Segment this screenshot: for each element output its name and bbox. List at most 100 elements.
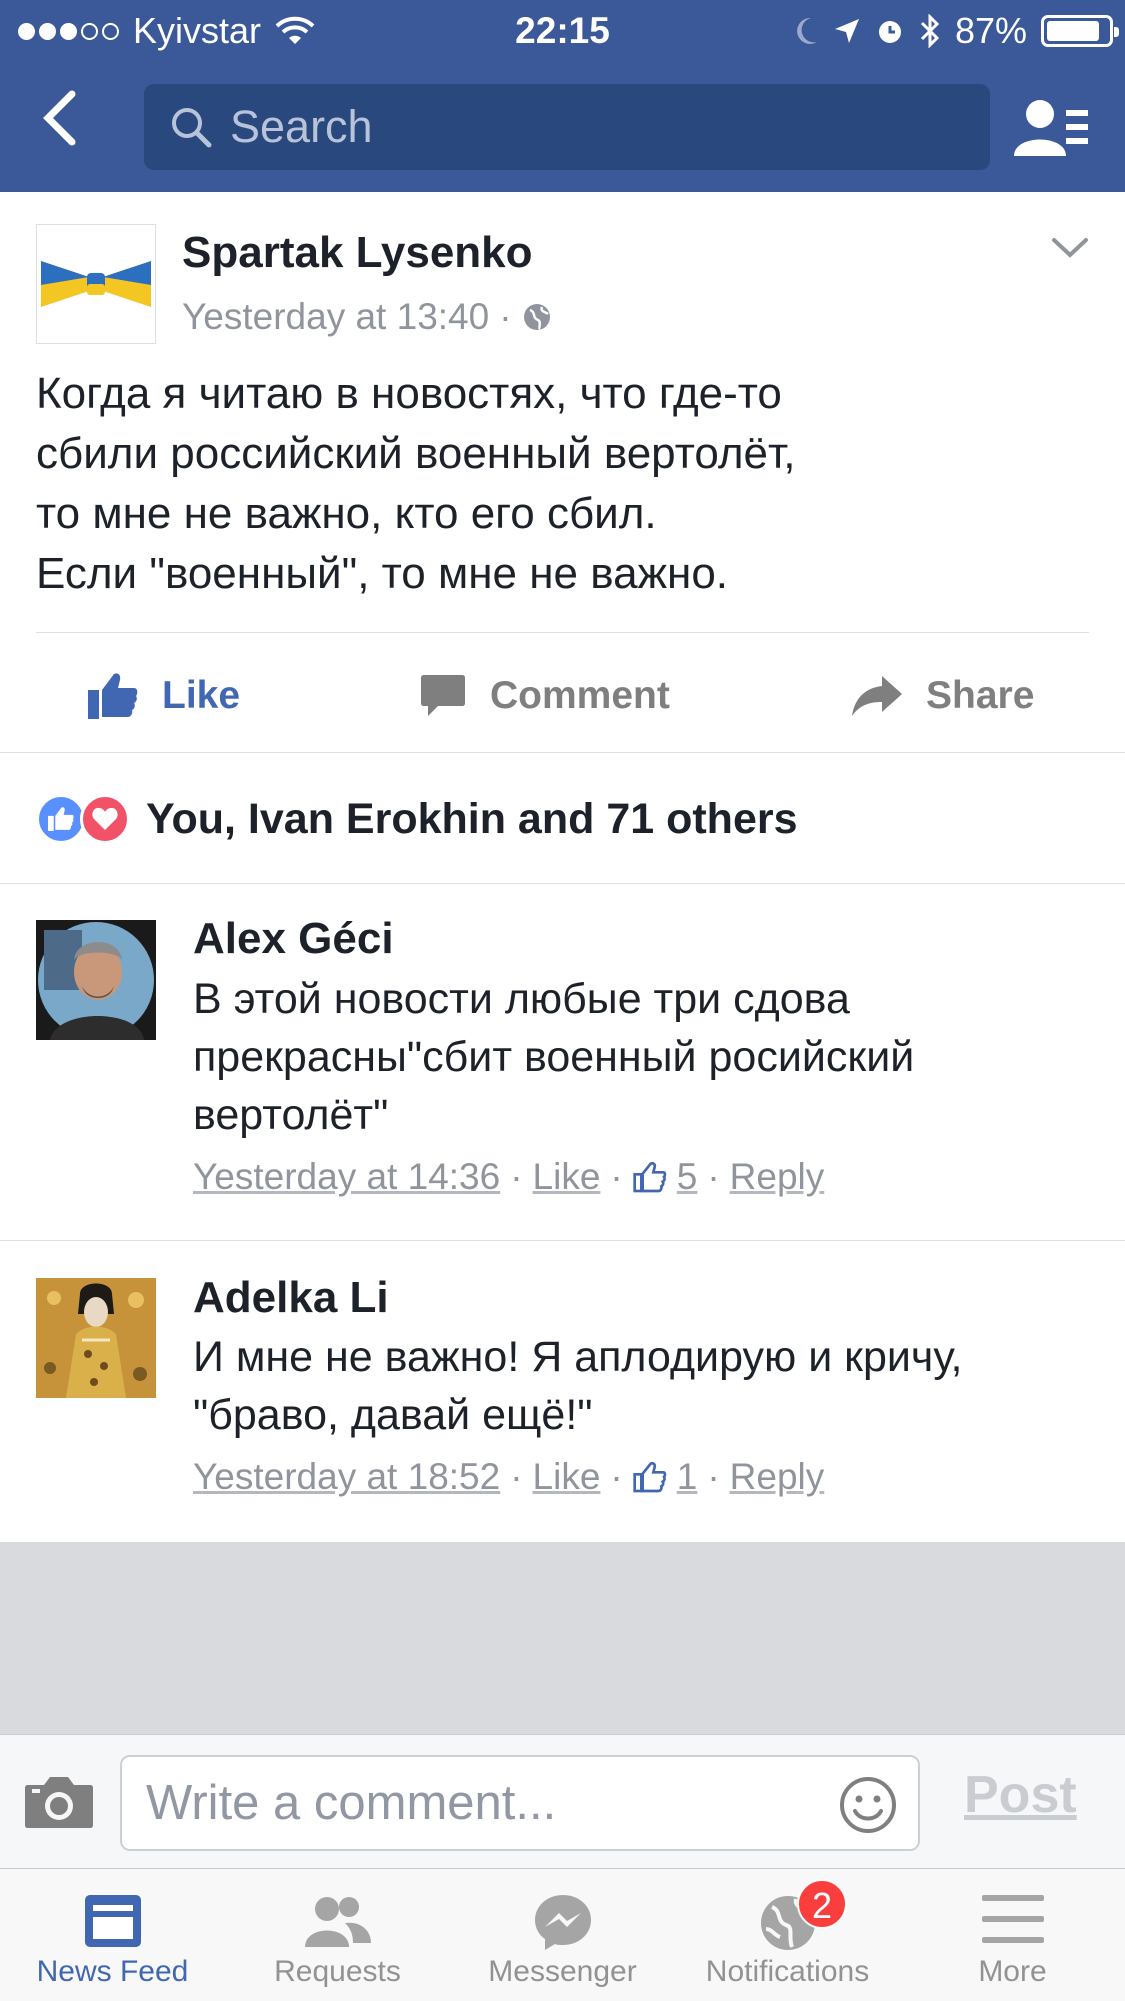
like-button[interactable]: Like [88,650,240,742]
tab-label: Requests [274,1955,401,1988]
comment-text-line: И мне не важно! Я аплодирую и кричу, [193,1333,963,1381]
messenger-icon [534,1895,591,1950]
tab-label: Messenger [488,1955,637,1988]
post-text-line: то мне не важно, кто его сбил. [36,489,657,538]
like-reaction-icon [36,794,86,844]
top-header: Kyivstar 22:15 87% [0,0,1125,192]
back-button[interactable] [38,88,98,168]
comment-text-line: "браво, давай ещё!" [193,1391,593,1439]
comment-meta: Yesterday at 18:52 · Like · 1 · Reply [193,1456,824,1498]
comment-meta: Yesterday at 14:36 · Like · 5 · Reply [193,1156,824,1198]
friends-list-button[interactable] [1014,96,1090,160]
comment-text-line: прекрасны"сбит военный росийский [193,1033,915,1081]
comment-author-name[interactable]: Alex Géci [193,914,394,964]
status-bar: Kyivstar 22:15 87% [0,0,1125,62]
comment-author-avatar[interactable] [36,920,156,1040]
bow-tie-avatar-image [41,261,151,307]
tab-label: Notifications [705,1955,870,1988]
alarm-icon [878,21,901,43]
actions-divider [0,752,1125,753]
tab-label: News Feed [36,1955,189,1988]
comment-like-count[interactable]: 5 [677,1156,698,1198]
meta-separator: · [510,1456,523,1497]
menu-icon [981,1895,1044,1943]
reactions-text: You, Ivan Erokhin and 71 others [146,794,798,843]
comment-label: Comment [490,674,670,717]
like-label: Like [162,674,241,717]
love-reaction-icon [80,794,130,844]
post-timestamp[interactable]: Yesterday at 13:40 [182,296,489,338]
tab-more[interactable]: More [900,1869,1125,2001]
tab-notifications[interactable]: 2 Notifications [675,1869,900,2001]
post-text-line: Когда я читаю в новостях, что где-то [36,369,782,418]
comment-like-count[interactable]: 1 [677,1456,698,1498]
post-text-line: сбили российский военный вертолёт, [36,429,796,478]
comment-body: И мне не важно! Я аплодирую и кричу, "бр… [193,1328,1093,1444]
thumbs-up-outline-icon [633,1461,666,1493]
share-button[interactable]: Share [852,650,1034,742]
chevron-down-icon [1052,238,1088,258]
battery-percent: 87% [954,10,1027,51]
comment-author-name[interactable]: Adelka Li [193,1273,389,1323]
globe-privacy-icon [523,304,550,331]
klimt-painting-avatar [36,1278,156,1398]
comment-timestamp[interactable]: Yesterday at 18:52 [193,1456,500,1498]
reactions-summary[interactable]: You, Ivan Erokhin and 71 others [36,786,798,852]
comment-author-avatar[interactable] [36,1278,156,1398]
camera-icon [25,1777,93,1828]
comment-like-link[interactable]: Like [533,1456,601,1498]
comment-text-line: вертолёт" [193,1091,389,1139]
reactions-divider [0,883,1125,884]
meta-separator: · [707,1456,720,1497]
thumbs-up-outline-icon [633,1161,666,1193]
meta-separator: · [610,1156,623,1197]
notification-badge: 2 [797,1879,847,1929]
comment-reply-link[interactable]: Reply [730,1456,825,1498]
comment-body: В этой новости любые три сдова прекрасны… [193,970,1093,1144]
chevron-left-icon [43,90,76,146]
comment-divider [0,1240,1125,1241]
thumbs-up-icon [88,673,138,719]
sticker-button[interactable] [838,1775,898,1840]
search-input[interactable] [230,101,990,153]
post-text-line: Если "военный", то мне не важно. [36,549,729,598]
post-options-button[interactable] [1050,236,1090,265]
comment-bubble-icon [421,675,465,716]
comment-like-link[interactable]: Like [533,1156,601,1198]
post-author-name[interactable]: Spartak Lysenko [182,228,533,278]
battery-icon [1041,15,1119,47]
empty-feed-area [0,1542,1125,1734]
person-list-icon [1014,100,1088,156]
tab-label: More [978,1955,1047,1988]
friend-requests-icon [304,1897,371,1947]
comment-text-line: В этой новости любые три сдова [193,975,850,1023]
comment-input-box[interactable] [120,1755,920,1851]
comment-input[interactable] [146,1775,806,1831]
post-body: Когда я читаю в новостях, что где-то сби… [36,364,1096,604]
smiley-face-icon [840,1777,896,1833]
location-arrow-icon [834,19,859,43]
share-arrow-icon [852,676,902,716]
comment-composer: Post [0,1734,1125,1868]
tab-news-feed[interactable]: News Feed [0,1869,225,2001]
moon-icon [797,17,817,44]
post-divider [36,632,1089,633]
profile-photo-avatar [36,920,156,1040]
tab-requests[interactable]: Requests [225,1869,450,2001]
comment-reply-link[interactable]: Reply [730,1156,825,1198]
post-meta: Yesterday at 13:40 · [182,296,552,338]
news-feed-icon [84,1895,141,1947]
post-author-avatar[interactable] [36,224,156,344]
share-label: Share [926,674,1035,717]
meta-separator: · [510,1156,523,1197]
post-action-bar: Like Comment Share [0,650,1125,742]
post-comment-button[interactable]: Post [964,1765,1077,1825]
tab-messenger[interactable]: Messenger [450,1869,675,2001]
camera-button[interactable] [24,1773,94,1834]
comment-button[interactable]: Comment [420,650,670,742]
meta-separator: · [499,296,512,337]
status-right: 87% [793,10,1119,52]
search-bar[interactable] [144,84,990,170]
search-icon [172,108,212,148]
comment-timestamp[interactable]: Yesterday at 14:36 [193,1156,500,1198]
